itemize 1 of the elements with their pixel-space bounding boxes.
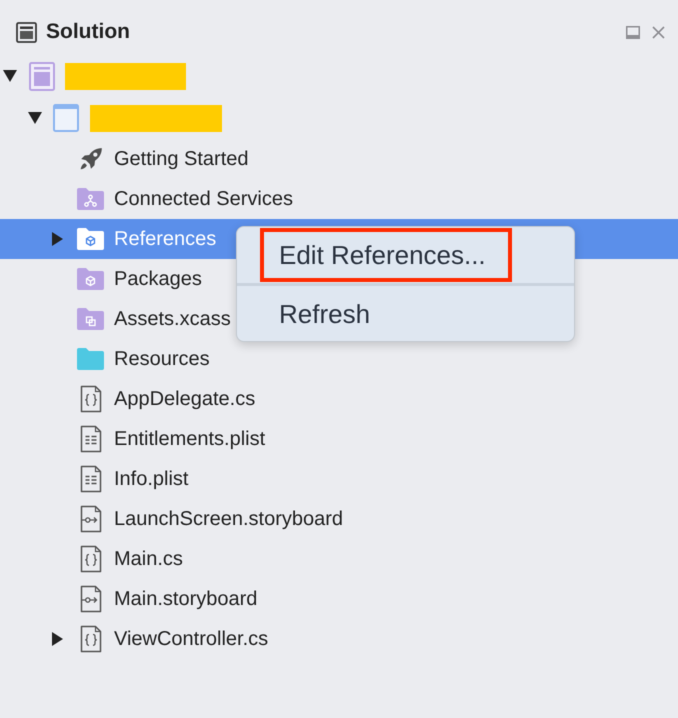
- panel-title: Solution: [46, 20, 130, 44]
